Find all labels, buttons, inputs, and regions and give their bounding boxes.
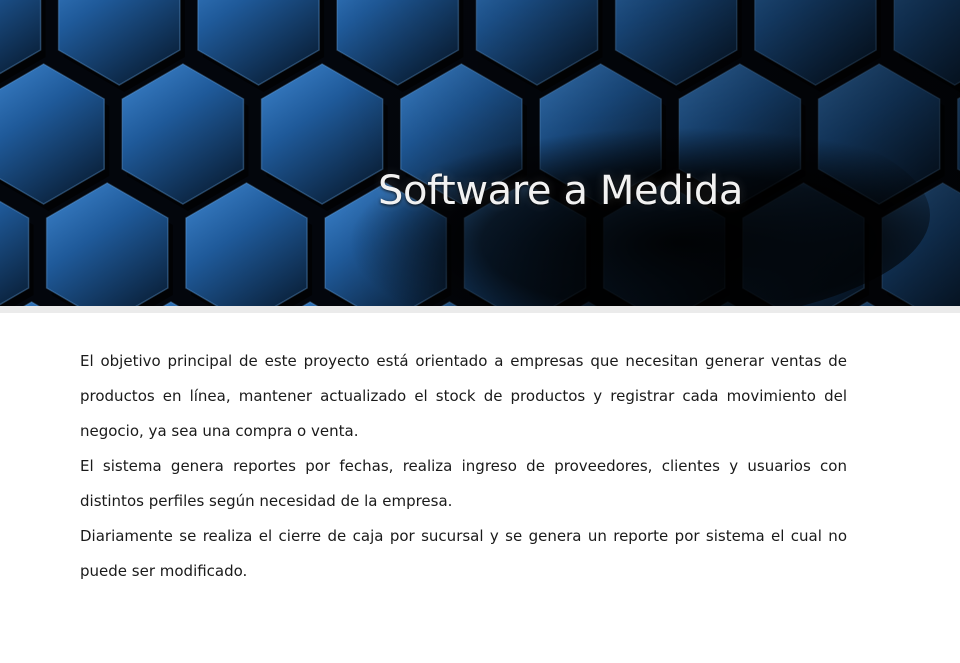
hexagon-pattern-graphic <box>0 0 960 306</box>
header-banner: Software a Medida <box>0 0 960 306</box>
paragraph-cash-closing: Diariamente se realiza el cierre de caja… <box>80 527 847 580</box>
description-text: El objetivo principal de este proyecto e… <box>80 344 847 589</box>
paragraph-objective: El objetivo principal de este proyecto e… <box>80 352 847 440</box>
banner-title: Software a Medida <box>378 168 743 214</box>
paragraph-reports: El sistema genera reportes por fechas, r… <box>80 457 847 510</box>
banner-divider <box>0 306 960 313</box>
